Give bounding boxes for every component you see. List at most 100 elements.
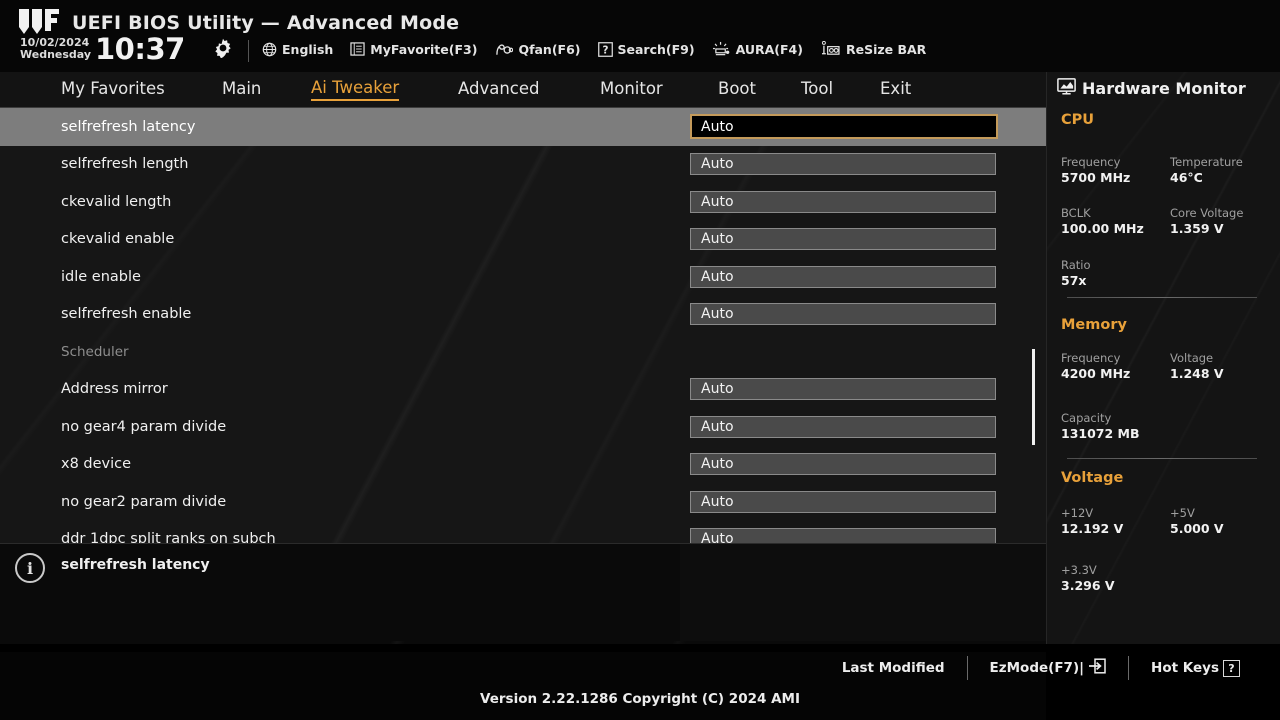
hw-metric: +5V 5.000 V bbox=[1170, 506, 1224, 536]
nav-tab-main[interactable]: Main bbox=[222, 79, 261, 100]
hw-metric-label: Frequency bbox=[1061, 351, 1121, 365]
hw-metric-label: BCLK bbox=[1061, 206, 1091, 220]
header-bar: UEFI BIOS Utility — Advanced Mode 10/02/… bbox=[0, 0, 1280, 72]
fan-icon bbox=[494, 42, 514, 57]
settings-row-label: ckevalid length bbox=[61, 193, 172, 210]
settings-row[interactable]: x8 device Auto bbox=[0, 446, 1046, 484]
aura-button[interactable]: AURA(F4) bbox=[712, 41, 803, 57]
nav-tab-my-favorites[interactable]: My Favorites bbox=[61, 79, 165, 100]
version-text: Version 2.22.1286 Copyright (C) 2024 AMI bbox=[480, 691, 800, 707]
hw-metric-value: 1.248 V bbox=[1170, 366, 1224, 381]
hw-metric-label: Frequency bbox=[1061, 155, 1121, 169]
settings-value-text: Auto bbox=[701, 231, 734, 248]
settings-row-label: selfrefresh length bbox=[61, 156, 189, 173]
aura-light-icon bbox=[712, 41, 731, 57]
nav-tab-ai-tweaker[interactable]: Ai Tweaker bbox=[311, 78, 400, 101]
hw-metric-value: 131072 MB bbox=[1061, 426, 1140, 441]
settings-value-field[interactable]: Auto bbox=[690, 528, 996, 543]
hw-metric-value: 5.000 V bbox=[1170, 521, 1224, 536]
resize-bar-button[interactable]: ReSize BAR bbox=[820, 41, 926, 57]
settings-row[interactable]: no gear2 param divide Auto bbox=[0, 483, 1046, 521]
hw-metric-label: +5V bbox=[1170, 506, 1195, 520]
hw-metric: BCLK 100.00 MHz bbox=[1061, 206, 1144, 236]
settings-row[interactable]: selfrefresh length Auto bbox=[0, 146, 1046, 184]
globe-icon bbox=[262, 42, 277, 57]
hardware-monitor-panel: Hardware Monitor CPU Frequency 5700 MHz Tem… bbox=[1046, 72, 1280, 644]
hw-metric: +3.3V 3.296 V bbox=[1061, 563, 1115, 593]
hw-metric-label: Capacity bbox=[1061, 411, 1112, 425]
nav-tab-boot[interactable]: Boot bbox=[718, 79, 756, 100]
settings-value-text: Auto bbox=[701, 268, 734, 285]
settings-row[interactable]: ddr 1dpc split ranks on subch Auto bbox=[0, 521, 1046, 543]
settings-value-field[interactable]: Auto bbox=[690, 114, 998, 140]
settings-value-field[interactable]: Auto bbox=[690, 490, 996, 513]
last-modified-button[interactable]: Last Modified bbox=[820, 660, 967, 676]
settings-value-field[interactable]: Auto bbox=[690, 228, 996, 251]
hw-metric: Voltage 1.248 V bbox=[1170, 351, 1224, 381]
hw-metric-label: +12V bbox=[1061, 506, 1094, 520]
settings-row[interactable]: ckevalid length Auto bbox=[0, 183, 1046, 221]
settings-row[interactable]: idle enable Auto bbox=[0, 258, 1046, 296]
settings-row[interactable]: selfrefresh enable Auto bbox=[0, 296, 1046, 334]
settings-list: selfrefresh latency Auto selfrefresh lengt… bbox=[0, 108, 1046, 543]
page-title: UEFI BIOS Utility — Advanced Mode bbox=[72, 12, 460, 34]
myfavorite-button[interactable]: MyFavorite(F3) bbox=[350, 42, 477, 57]
gpu-card-icon bbox=[820, 41, 841, 57]
settings-value-field[interactable]: Auto bbox=[690, 378, 996, 401]
nav-tab-tool[interactable]: Tool bbox=[801, 79, 833, 100]
help-text: selfrefresh latency bbox=[61, 557, 210, 573]
ezmode-button[interactable]: EzMode(F7)| bbox=[968, 658, 1129, 678]
footer-actions: Last Modified EzMode(F7)| Hot Keys ? bbox=[820, 656, 1262, 680]
settings-row-label: selfrefresh enable bbox=[61, 306, 192, 323]
settings-value-field[interactable]: Auto bbox=[690, 453, 996, 476]
nav-tab-monitor[interactable]: Monitor bbox=[600, 79, 663, 100]
settings-row[interactable]: ckevalid enable Auto bbox=[0, 221, 1046, 259]
hw-metric-label: +3.3V bbox=[1061, 563, 1097, 577]
settings-value-text: Auto bbox=[701, 531, 734, 543]
monitor-icon bbox=[1057, 78, 1076, 99]
nav-tab-advanced[interactable]: Advanced bbox=[458, 79, 540, 100]
settings-value-text: Auto bbox=[701, 306, 734, 323]
settings-row[interactable]: no gear4 param divide Auto bbox=[0, 408, 1046, 446]
settings-row-label: Address mirror bbox=[61, 381, 168, 398]
header-tools: English MyFavorite(F3) Qfan(F6) ? Search… bbox=[262, 41, 926, 57]
search-label: Search(F9) bbox=[617, 41, 695, 57]
clock-display: 10:37 bbox=[95, 32, 185, 66]
settings-row-label: selfrefresh latency bbox=[61, 118, 196, 135]
header-divider bbox=[248, 40, 249, 62]
settings-value-field[interactable]: Auto bbox=[690, 415, 996, 438]
scrollbar-thumb[interactable] bbox=[1032, 349, 1035, 445]
resize-bar-label: ReSize BAR bbox=[845, 41, 927, 57]
settings-value-field[interactable]: Auto bbox=[690, 303, 996, 326]
question-box-icon: ? bbox=[1223, 659, 1240, 677]
language-button[interactable]: English bbox=[262, 42, 333, 57]
myfavorite-label: MyFavorite(F3) bbox=[370, 41, 478, 57]
hotkeys-button[interactable]: Hot Keys ? bbox=[1129, 659, 1262, 677]
settings-value-field[interactable]: Auto bbox=[690, 153, 996, 176]
hw-group-title-cpu: CPU bbox=[1061, 112, 1095, 128]
settings-value-field[interactable]: Auto bbox=[690, 265, 996, 288]
svg-text:?: ? bbox=[602, 44, 608, 56]
aura-label: AURA(F4) bbox=[735, 41, 803, 57]
main-navigation: My Favorites Main Ai Tweaker Advanced Monito… bbox=[0, 72, 1046, 108]
settings-row[interactable]: selfrefresh latency Auto bbox=[0, 108, 1046, 146]
nav-tab-exit[interactable]: Exit bbox=[880, 79, 911, 100]
hw-metric-label: Core Voltage bbox=[1170, 206, 1244, 220]
hw-metric-label: Voltage bbox=[1170, 351, 1214, 365]
settings-value-text: Auto bbox=[701, 381, 734, 398]
hw-metric: +12V 12.192 V bbox=[1061, 506, 1123, 536]
hw-metric-value: 12.192 V bbox=[1061, 521, 1124, 536]
settings-row[interactable]: Address mirror Auto bbox=[0, 371, 1046, 409]
gear-icon[interactable] bbox=[213, 38, 233, 59]
settings-value-field[interactable]: Auto bbox=[690, 190, 996, 213]
search-button[interactable]: ? Search(F9) bbox=[597, 41, 695, 57]
hw-group-title-voltage: Voltage bbox=[1061, 470, 1124, 486]
hw-metric: Ratio 57x bbox=[1061, 258, 1091, 288]
scrollbar-track[interactable] bbox=[1032, 110, 1035, 542]
settings-row-label: idle enable bbox=[61, 268, 141, 285]
qfan-button[interactable]: Qfan(F6) bbox=[494, 42, 581, 57]
hw-metric-label: Ratio bbox=[1061, 258, 1091, 272]
settings-row-label: no gear4 param divide bbox=[61, 418, 227, 435]
hw-metric: Core Voltage 1.359 V bbox=[1170, 206, 1243, 236]
settings-row-label: no gear2 param divide bbox=[61, 493, 227, 510]
